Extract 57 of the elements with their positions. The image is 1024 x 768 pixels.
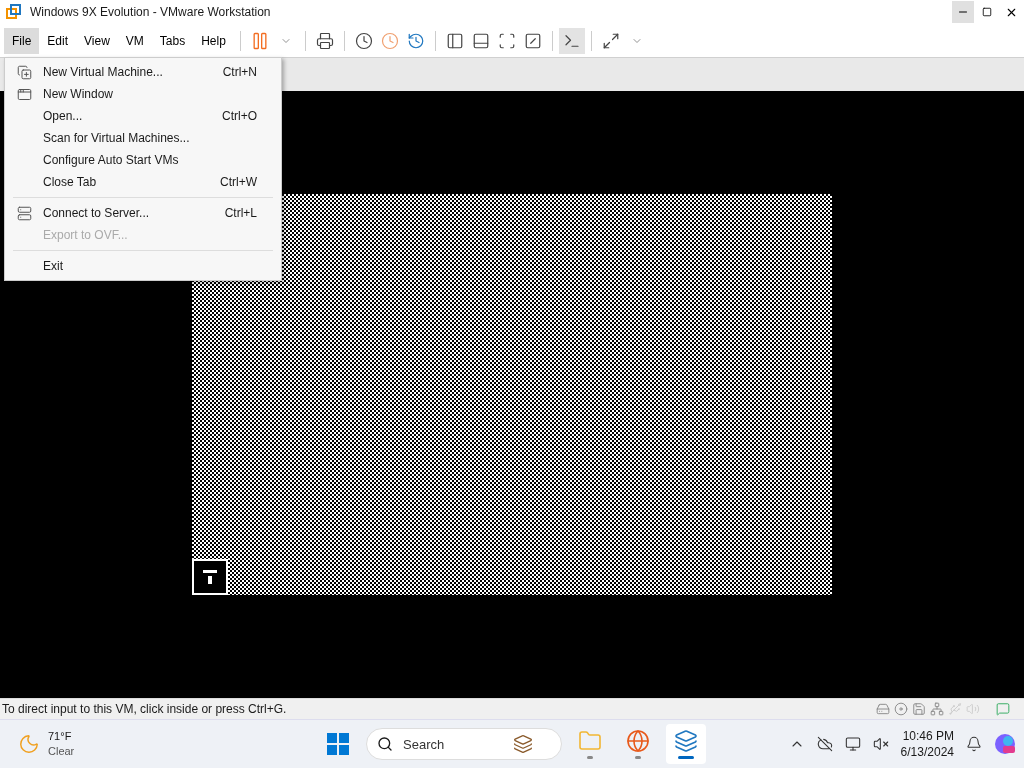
- vm-app-icon: [674, 729, 698, 753]
- clock-date: 6/13/2024: [900, 744, 954, 760]
- menu-item[interactable]: Tabs: [151, 27, 194, 54]
- menu-entry[interactable]: Scan for Virtual Machines...: [5, 127, 281, 149]
- moon-icon: [18, 733, 40, 755]
- menu-item[interactable]: File: [4, 27, 40, 54]
- bell-icon: [966, 736, 982, 752]
- app-logo-icon: [6, 4, 22, 20]
- hard-drive-icon: [876, 702, 890, 716]
- speaker-icon: [966, 702, 980, 716]
- minimize-button[interactable]: [952, 1, 974, 23]
- speaker-muted-icon: [872, 736, 889, 752]
- floppy-icon: [912, 702, 926, 716]
- panel-bottom-icon: [471, 31, 490, 50]
- window-title: Windows 9X Evolution - VMware Workstation: [30, 5, 272, 19]
- server-icon: [16, 205, 32, 221]
- menu-entry[interactable]: New Window: [5, 83, 281, 105]
- network-icon: [930, 702, 944, 716]
- taskbar-app[interactable]: [666, 724, 706, 764]
- browser-icon: [626, 729, 650, 753]
- menu-item[interactable]: Help: [193, 27, 234, 54]
- menu-item[interactable]: View: [76, 27, 118, 54]
- window-icon: [16, 86, 32, 102]
- scan-icon: [497, 31, 516, 50]
- usb-icon: [948, 702, 962, 716]
- clock-icon: [380, 31, 399, 50]
- crossed-square-icon: [523, 31, 542, 50]
- search-icon: [377, 736, 393, 752]
- menu-entry[interactable]: Configure Auto Start VMs: [5, 149, 281, 171]
- windows-logo-icon: [327, 733, 349, 755]
- history-icon: [406, 31, 425, 50]
- status-text: To direct input to this VM, click inside or press Ctrl+G.: [1, 702, 288, 716]
- menu-item[interactable]: Edit: [39, 27, 77, 54]
- clock-time: 10:46 PM: [902, 728, 954, 744]
- menu-entry[interactable]: Connect to Server... Ctrl+L: [5, 202, 281, 224]
- temperature: 71°F: [48, 729, 73, 744]
- copy-icon: [16, 64, 32, 80]
- menu-entry[interactable]: Open... Ctrl+O: [5, 105, 281, 127]
- menu-entry[interactable]: New Virtual Machine... Ctrl+N: [5, 61, 281, 83]
- maximize-icon: [982, 7, 992, 17]
- printer-icon: [315, 31, 334, 50]
- menu-entry[interactable]: Exit: [5, 255, 281, 277]
- disc-icon: [894, 702, 908, 716]
- menu-item[interactable]: VM: [117, 27, 152, 54]
- weather-condition: Clear: [48, 744, 75, 759]
- monitor-icon: [844, 736, 861, 752]
- menu-entry[interactable]: Close Tab Ctrl+W: [5, 171, 281, 193]
- maximize-icon: [601, 31, 620, 50]
- search-field[interactable]: Search: [401, 735, 505, 753]
- search-bar[interactable]: Search: [366, 728, 562, 760]
- clock-icon: [354, 31, 373, 50]
- copilot-icon: [994, 733, 1016, 755]
- message-icon: [996, 702, 1010, 716]
- panel-left-icon: [445, 31, 464, 50]
- folder-icon: [578, 729, 602, 753]
- cloud-off-icon: [816, 736, 833, 752]
- console-button[interactable]: [558, 27, 585, 54]
